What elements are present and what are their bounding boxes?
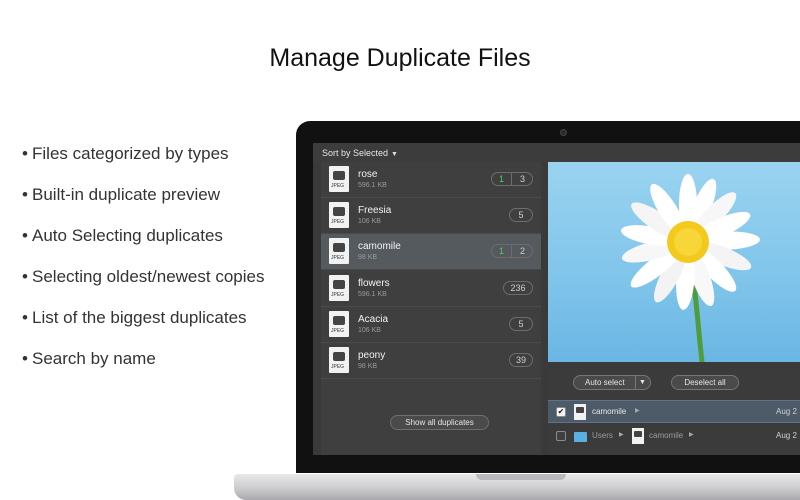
duplicate-folder: Users	[592, 431, 613, 440]
file-name: peony	[358, 350, 386, 361]
file-name: flowers	[358, 278, 390, 289]
feature-item: • Auto Selecting duplicates	[22, 224, 264, 265]
show-all-duplicates-button[interactable]: Show all duplicates	[390, 415, 489, 430]
file-size: 106 KB	[358, 327, 381, 334]
duplicate-date: Aug 2	[776, 407, 797, 416]
bullet: •	[22, 144, 28, 163]
page-headline: Manage Duplicate Files	[269, 44, 531, 72]
feature-item: • Files categorized by types	[22, 142, 264, 183]
bullet: •	[22, 349, 28, 368]
bullet: •	[22, 267, 28, 286]
deselect-all-button[interactable]: Deselect all	[671, 375, 739, 390]
duplicate-file-list: JPEG rose 596.1 KB 13 JPEG Freesia 106 K…	[321, 162, 541, 455]
duplicate-count-badge: 236	[503, 281, 533, 295]
file-name: Freesia	[358, 205, 392, 216]
duplicate-count-badge: 5	[509, 208, 533, 222]
chevron-right-icon: ▶	[635, 408, 640, 414]
bullet: •	[22, 308, 28, 327]
feature-item: • List of the biggest duplicates	[22, 306, 264, 347]
app-window: Sort by Selected ▼ JPEG rose 596.1 KB 13 …	[313, 143, 800, 455]
file-size: 596.1 KB	[358, 182, 387, 189]
file-row-camomile[interactable]: JPEG camomile 98 KB 12	[321, 234, 541, 270]
feature-list: • Files categorized by types • Built-in du…	[22, 142, 264, 388]
bullet: •	[22, 185, 28, 204]
file-row-peony[interactable]: JPEG peony 98 KB 39	[321, 343, 541, 379]
daisy-photo	[620, 174, 760, 362]
file-name: rose	[358, 169, 378, 180]
jpeg-file-icon: JPEG	[329, 275, 349, 301]
jpeg-file-icon: JPEG	[329, 202, 349, 228]
duplicate-name: camomile	[592, 407, 627, 416]
file-size: 98 KB	[358, 254, 378, 261]
duplicate-row[interactable]: ✔ camomile ▶ Aug 2	[548, 400, 800, 423]
feature-item: • Built-in duplicate preview	[22, 183, 264, 224]
camera-icon	[560, 129, 567, 136]
duplicate-count-badge: 5	[509, 317, 533, 331]
jpeg-file-icon	[574, 404, 586, 420]
duplicate-row[interactable]: Users ▶ camomile ▶ Aug 2	[548, 425, 800, 448]
duplicate-count-badge: 12	[491, 244, 533, 258]
chevron-right-icon: ▶	[689, 432, 694, 438]
chevron-right-icon: ▶	[619, 432, 624, 438]
file-name: Acacia	[358, 314, 389, 325]
laptop-notch	[476, 474, 566, 480]
caret-down-icon[interactable]: ▼	[639, 376, 646, 389]
duplicate-name: camomile	[649, 431, 684, 440]
jpeg-file-icon: JPEG	[329, 311, 349, 337]
duplicate-checkbox[interactable]	[556, 431, 566, 441]
sort-dropdown[interactable]: Sort by Selected ▼	[322, 148, 398, 158]
duplicate-count-badge: 13	[491, 172, 533, 186]
bullet: •	[22, 226, 28, 245]
duplicate-detail-panel: Auto select ▼ Deselect all ✔ camomile ▶ …	[548, 367, 800, 455]
caret-down-icon: ▼	[391, 151, 398, 158]
duplicate-checkbox[interactable]: ✔	[556, 407, 566, 417]
folder-icon	[574, 432, 587, 442]
file-name: camomile	[358, 241, 401, 252]
sort-bar: Sort by Selected ▼	[313, 143, 800, 162]
file-row-flowers[interactable]: JPEG flowers 596.1 KB 236	[321, 271, 541, 307]
file-size: 106 KB	[358, 218, 381, 225]
jpeg-file-icon: JPEG	[329, 347, 349, 373]
feature-item: • Selecting oldest/newest copies	[22, 265, 264, 306]
auto-select-button[interactable]: Auto select ▼	[573, 375, 651, 390]
file-row-freesia[interactable]: JPEG Freesia 106 KB 5	[321, 198, 541, 234]
jpeg-file-icon: JPEG	[329, 166, 349, 192]
feature-item: • Search by name	[22, 347, 264, 388]
duplicate-date: Aug 2	[776, 431, 797, 440]
file-size: 98 KB	[358, 363, 378, 370]
file-row-acacia[interactable]: JPEG Acacia 106 KB 5	[321, 307, 541, 343]
file-row-rose[interactable]: JPEG rose 596.1 KB 13	[321, 162, 541, 198]
jpeg-file-icon: JPEG	[329, 238, 349, 264]
duplicate-count-badge: 39	[509, 353, 533, 367]
jpeg-file-icon	[632, 428, 644, 444]
file-size: 596.1 KB	[358, 291, 387, 298]
image-preview	[548, 162, 800, 362]
